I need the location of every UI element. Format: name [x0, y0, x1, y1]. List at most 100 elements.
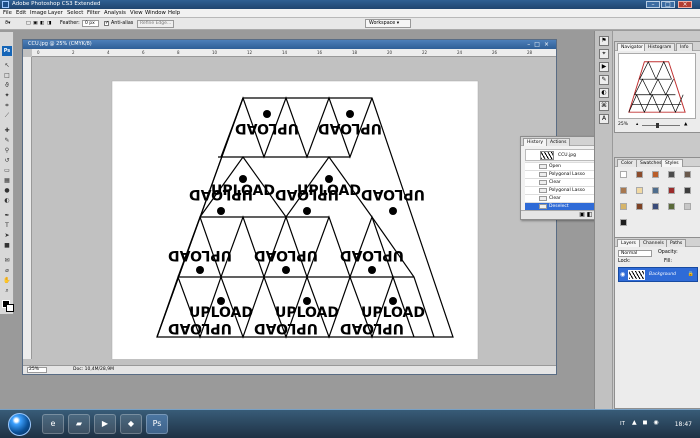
move-tool-icon[interactable]: ↖ [2, 62, 12, 70]
zoom-field[interactable]: 25% [27, 367, 47, 373]
notes-tool-icon[interactable]: ✉ [2, 257, 12, 265]
style-swatch[interactable] [668, 187, 675, 194]
tab-info[interactable]: Info [676, 43, 693, 51]
style-swatch[interactable] [652, 171, 659, 178]
subtract-selection-icon[interactable]: ◧ [40, 20, 45, 28]
tab-paths[interactable]: Paths [666, 239, 687, 247]
tab-channels[interactable]: Channels [639, 239, 668, 247]
style-swatch[interactable] [684, 203, 691, 210]
style-swatch[interactable] [636, 203, 643, 210]
style-swatch[interactable] [668, 203, 675, 210]
dock-icon-channels[interactable]: ◐ [599, 88, 609, 98]
style-swatch[interactable] [620, 171, 627, 178]
top-ruler[interactable]: 0 2 4 6 8 10 12 14 16 18 20 22 24 26 28 [32, 49, 556, 57]
history-item-selected[interactable]: Deselect [525, 202, 602, 210]
eye-icon[interactable]: ◉ [620, 271, 625, 278]
menu-layer[interactable]: Layer [48, 10, 63, 17]
dock-icon-brushes[interactable]: ✎ [599, 75, 609, 85]
dock-icon-history[interactable]: ⌖ [599, 49, 609, 59]
eraser-tool-icon[interactable]: ▭ [2, 167, 12, 175]
menu-view[interactable]: View [130, 10, 143, 17]
zoom-tool-icon[interactable]: ⌕ [2, 287, 12, 295]
menu-edit[interactable]: Edit [16, 10, 26, 17]
history-item[interactable]: Polygonal Lasso [525, 186, 602, 194]
document-window-controls[interactable]: –□× [527, 41, 553, 48]
history-snapshot[interactable]: CCU.jpg [525, 149, 602, 161]
navigator-preview[interactable] [618, 53, 696, 119]
dock-icon-navigator[interactable]: ⚑ [599, 36, 609, 46]
crop-tool-icon[interactable]: ⌗ [2, 102, 12, 110]
menu-file[interactable]: File [3, 10, 12, 17]
menu-window[interactable]: Window [145, 10, 166, 17]
language-indicator[interactable]: IT [620, 421, 625, 427]
blend-mode-select[interactable]: Normal [618, 250, 652, 257]
start-button[interactable] [8, 413, 31, 436]
style-swatch[interactable] [620, 203, 627, 210]
eyedropper-tool-icon[interactable]: ⌀ [2, 267, 12, 275]
dock-icon-actions[interactable]: ▶ [599, 62, 609, 72]
menu-help[interactable]: Help [168, 10, 180, 17]
history-item[interactable]: Open [525, 162, 602, 170]
marquee-tool-icon[interactable]: □ [2, 72, 12, 80]
style-swatch[interactable] [652, 187, 659, 194]
taskbar-folder-icon[interactable]: ▰ [68, 414, 90, 434]
gradient-tool-icon[interactable]: ▦ [2, 177, 12, 185]
style-swatch[interactable] [636, 171, 643, 178]
minimize-button[interactable]: – [646, 1, 660, 8]
zoom-out-icon[interactable]: ▴ [636, 122, 638, 128]
path-selection-tool-icon[interactable]: ➤ [2, 232, 12, 240]
clock[interactable]: 18:47 [675, 421, 692, 428]
lasso-tool-preset-icon[interactable]: ϑ▾ [5, 20, 10, 28]
tab-color[interactable]: Color [617, 159, 637, 167]
tab-histogram[interactable]: Histogram [644, 43, 676, 51]
lasso-tool-icon[interactable]: ϑ [2, 82, 12, 90]
clone-stamp-tool-icon[interactable]: ⚲ [2, 147, 12, 155]
style-swatch[interactable] [668, 171, 675, 178]
menu-select[interactable]: Select [67, 10, 83, 17]
slice-tool-icon[interactable]: ⟋ [2, 112, 12, 120]
brush-tool-icon[interactable]: ✎ [2, 137, 12, 145]
history-item[interactable]: Clear [525, 194, 602, 202]
zoom-slider[interactable] [642, 125, 680, 126]
zoom-slider-knob[interactable] [656, 123, 659, 128]
maximize-button[interactable]: □ [661, 1, 675, 8]
document-size-info[interactable]: Doc: 10,4M/28,9M [73, 367, 114, 373]
type-tool-icon[interactable]: T [2, 222, 12, 230]
shape-tool-icon[interactable]: ■ [2, 242, 12, 250]
zoom-in-icon[interactable]: ▲ [684, 122, 687, 128]
canvas-area[interactable]: UPLOAD UPLOAD UPLOAD UPLOAD UPLOAD UPLOA… [32, 57, 556, 359]
menu-image[interactable]: Image [30, 10, 47, 17]
magic-wand-tool-icon[interactable]: ✦ [2, 92, 12, 100]
add-selection-icon[interactable]: ▣ [33, 20, 38, 28]
taskbar-app-icon[interactable]: ◆ [120, 414, 142, 434]
taskbar-ie-icon[interactable]: e [42, 414, 64, 434]
taskbar-media-icon[interactable]: ▶ [94, 414, 116, 434]
style-swatch[interactable] [684, 171, 691, 178]
pen-tool-icon[interactable]: ✒ [2, 212, 12, 220]
style-swatch[interactable] [620, 219, 627, 226]
style-swatch[interactable] [684, 187, 691, 194]
style-swatch[interactable] [620, 187, 627, 194]
tab-navigator[interactable]: Navigator [617, 43, 648, 51]
antialias-checkbox[interactable]: ✓ [104, 21, 109, 26]
style-swatch[interactable] [652, 203, 659, 210]
history-item[interactable]: Clear [525, 178, 602, 186]
menu-filter[interactable]: Filter [87, 10, 100, 17]
feather-input[interactable]: 0 px [82, 20, 99, 27]
tab-layers[interactable]: Layers [617, 239, 640, 247]
navigator-zoom-value[interactable]: 25% [618, 122, 628, 127]
workspace-menu[interactable]: Workspace ▾ [365, 19, 411, 28]
blur-tool-icon[interactable]: ● [2, 187, 12, 195]
hand-tool-icon[interactable]: ✋ [2, 277, 12, 285]
tab-actions[interactable]: Actions [546, 138, 571, 146]
tab-styles[interactable]: Styles [661, 159, 683, 167]
close-button[interactable]: × [678, 1, 692, 8]
taskbar-photoshop-icon[interactable]: Ps [146, 414, 168, 434]
dock-icon-character[interactable]: A [599, 114, 609, 124]
refine-edge-button[interactable]: Refine Edge... [137, 20, 175, 28]
tray-icons[interactable]: ▲ ◼ ◉ [632, 419, 661, 426]
healing-brush-tool-icon[interactable]: ✚ [2, 127, 12, 135]
menu-analysis[interactable]: Analysis [104, 10, 126, 17]
tab-history[interactable]: History [523, 138, 548, 146]
intersect-selection-icon[interactable]: ◨ [47, 20, 52, 28]
